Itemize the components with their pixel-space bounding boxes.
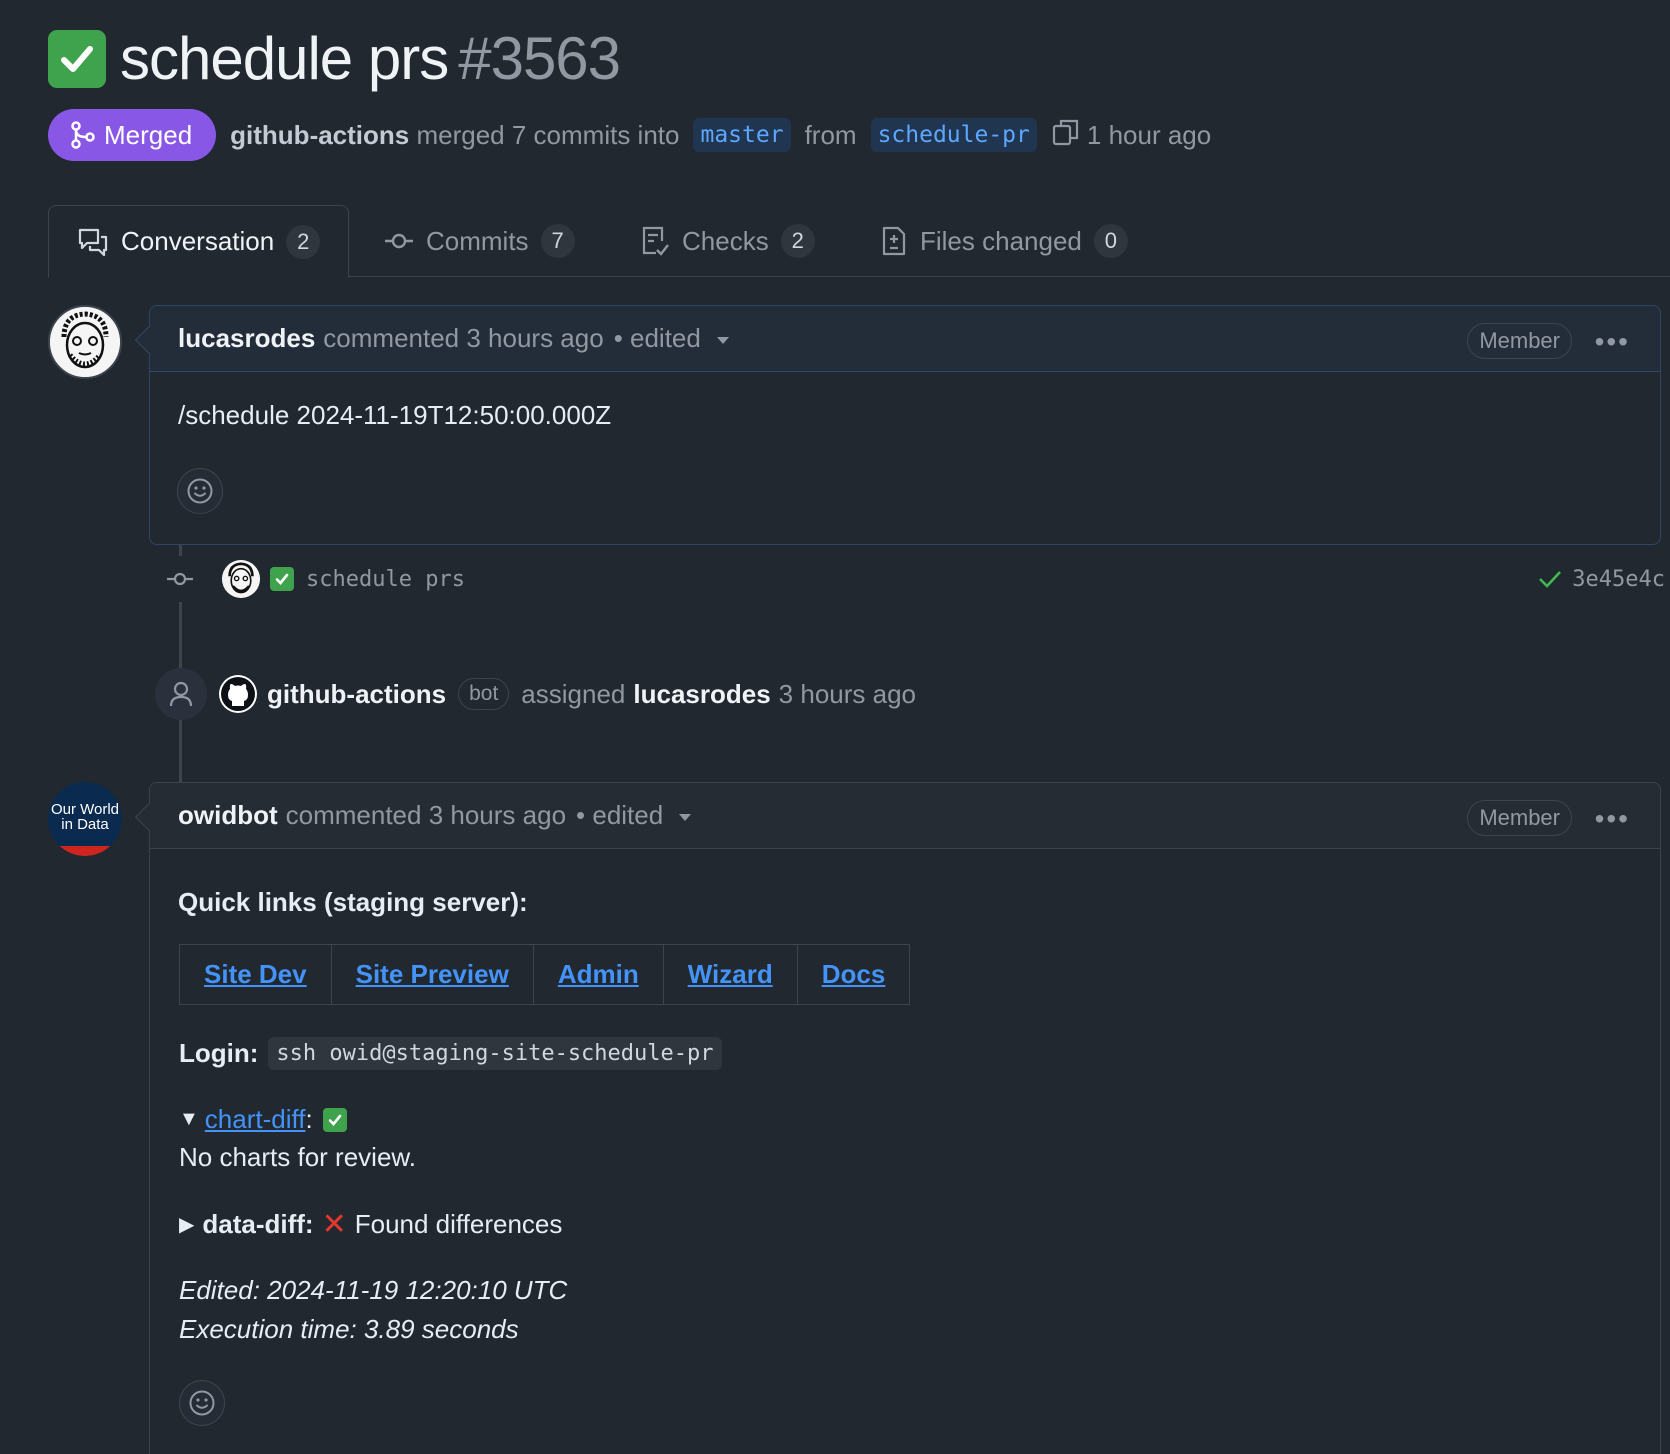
check-icon <box>1539 571 1562 588</box>
person-icon <box>155 668 207 720</box>
login-line: Login: ssh owid@staging-site-schedule-pr <box>179 1037 722 1070</box>
chevron-down-icon[interactable] <box>679 814 692 821</box>
chart-diff-summary[interactable]: ▼ chart-diff : <box>179 1104 347 1135</box>
comment-edited[interactable]: • edited <box>614 323 701 354</box>
chevron-down-icon[interactable] <box>716 337 729 344</box>
bot-badge: bot <box>458 678 510 710</box>
member-badge: Member <box>1467 800 1572 836</box>
smiley-icon <box>187 478 213 504</box>
event-time[interactable]: 3 hours ago <box>779 679 916 710</box>
check-mark-icon <box>270 567 294 591</box>
triangle-right-icon: ▶ <box>179 1214 195 1236</box>
event-action: assigned <box>521 678 626 709</box>
base-branch[interactable]: master <box>693 118 791 152</box>
git-merge-icon <box>71 121 95 149</box>
commit-sha[interactable]: 3e45e4c <box>1572 567 1665 592</box>
pr-title-row: schedule prs #3563 <box>48 24 621 93</box>
from-text: from <box>804 119 857 150</box>
timeline-assigned-event: github-actions bot assigned lucasrodes 3… <box>155 668 916 720</box>
avatar-lucasrodes[interactable] <box>48 305 122 379</box>
head-branch[interactable]: schedule-pr <box>870 118 1037 152</box>
check-mark-icon <box>48 29 106 88</box>
data-diff-value: Found differences <box>354 1209 563 1239</box>
owid-logo-text: Our World in Data <box>50 801 120 833</box>
add-reaction-button[interactable] <box>177 468 223 514</box>
comment-body: /schedule 2024-11-19T12:50:00.000Z <box>178 400 612 430</box>
avatar-lucasrodes-small[interactable] <box>222 560 260 598</box>
edited-line: Edited: 2024-11-19 12:20:10 UTC <box>179 1275 568 1305</box>
chart-diff-body: No charts for review. <box>179 1142 416 1172</box>
pr-title-text: schedule prs <box>120 25 449 92</box>
pr-number: #3563 <box>458 25 621 92</box>
copy-branch-icon[interactable] <box>1051 117 1081 154</box>
tab-checks[interactable]: Checks 2 <box>640 205 815 277</box>
link-admin[interactable]: Admin <box>534 945 664 1004</box>
link-site-dev[interactable]: Site Dev <box>180 945 332 1004</box>
link-docs[interactable]: Docs <box>798 945 910 1004</box>
pr-meta-row: Merged github-actions merged 7 commits i… <box>48 109 1211 161</box>
data-diff-summary[interactable]: ▶ data-diff: ✕ Found differences <box>179 1209 562 1240</box>
pr-title: schedule prs #3563 <box>120 24 621 93</box>
tab-commits[interactable]: Commits 7 <box>384 205 575 277</box>
tab-files-changed-label: Files changed <box>920 225 1082 256</box>
git-commit-icon <box>385 233 413 249</box>
kebab-menu-icon[interactable]: ••• <box>1595 803 1630 835</box>
timeline-commit: schedule prs 3e45e4c <box>165 556 1665 602</box>
kebab-menu-icon[interactable]: ••• <box>1595 326 1630 358</box>
event-actor[interactable]: github-actions <box>267 679 446 710</box>
execution-time-line: Execution time: 3.89 seconds <box>179 1314 519 1344</box>
cross-mark-icon: ✕ <box>321 1207 347 1241</box>
login-command: ssh owid@staging-site-schedule-pr <box>268 1037 722 1070</box>
comment-header: owidbot commented 3 hours ago • edited M… <box>150 783 1660 849</box>
member-badge: Member <box>1467 323 1572 359</box>
tab-checks-label: Checks <box>682 225 769 256</box>
comment-author[interactable]: lucasrodes <box>178 323 315 354</box>
tab-commits-count: 7 <box>540 224 575 258</box>
chart-diff-link[interactable]: chart-diff <box>205 1104 306 1135</box>
comment-meta[interactable]: commented 3 hours ago <box>286 800 566 831</box>
link-wizard[interactable]: Wizard <box>664 945 798 1004</box>
tab-conversation-label: Conversation <box>121 226 275 256</box>
merge-author-link[interactable]: github-actions <box>230 120 409 150</box>
tab-commits-label: Commits <box>426 225 529 256</box>
git-commit-icon <box>165 556 195 602</box>
data-diff-label: data-diff: <box>202 1209 314 1239</box>
commit-message[interactable]: schedule prs <box>306 567 465 592</box>
comment-header: lucasrodes commented 3 hours ago • edite… <box>150 306 1660 372</box>
check-mark-icon <box>322 1107 347 1132</box>
event-target[interactable]: lucasrodes <box>633 679 770 710</box>
checklist-icon <box>642 226 669 256</box>
link-site-preview[interactable]: Site Preview <box>332 945 534 1004</box>
merged-state-badge: Merged <box>48 109 217 161</box>
merged-label: Merged <box>104 119 193 150</box>
avatar-owidbot[interactable]: Our World in Data <box>48 782 122 856</box>
file-diff-icon <box>882 226 906 256</box>
tab-conversation[interactable]: Conversation 2 <box>48 205 350 278</box>
quick-links-heading: Quick links (staging server): <box>178 887 528 917</box>
login-label: Login: <box>179 1038 259 1068</box>
tab-conversation-count: 2 <box>286 224 321 259</box>
tab-checks-count: 2 <box>780 224 815 258</box>
triangle-down-icon: ▼ <box>179 1108 199 1130</box>
add-reaction-button[interactable] <box>179 1380 225 1426</box>
comment-discussion-icon <box>78 228 108 256</box>
github-logo-icon[interactable] <box>219 675 257 713</box>
merge-text: merged 7 commits into <box>416 119 680 150</box>
comment-owidbot: owidbot commented 3 hours ago • edited M… <box>134 782 1661 1454</box>
tab-files-changed[interactable]: Files changed 0 <box>880 205 1128 277</box>
pr-tabs: Conversation 2 Commits 7 Checks 2 Files … <box>48 205 1670 278</box>
comment-author[interactable]: owidbot <box>178 800 278 831</box>
tab-files-changed-count: 0 <box>1093 224 1128 258</box>
smiley-icon <box>189 1390 215 1416</box>
comment-edited[interactable]: • edited <box>576 800 663 831</box>
quick-links-table: Site Dev Site Preview Admin Wizard Docs <box>179 944 911 1005</box>
comment-lucasrodes: lucasrodes commented 3 hours ago • edite… <box>134 305 1661 545</box>
comment-meta[interactable]: commented 3 hours ago <box>323 323 603 354</box>
merge-time: 1 hour ago <box>1086 119 1212 150</box>
